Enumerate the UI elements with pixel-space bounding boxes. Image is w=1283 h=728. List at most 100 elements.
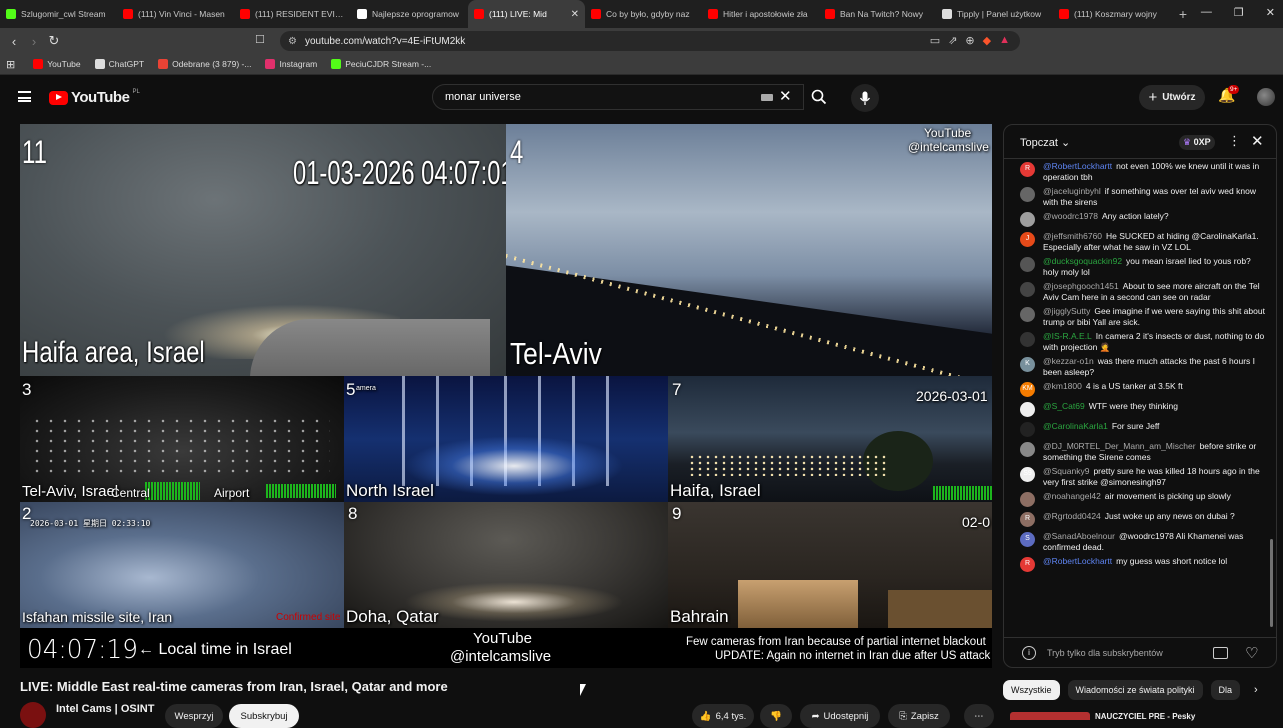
apps-grid-icon[interactable]: ⊞ (6, 58, 15, 71)
chat-avatar[interactable]: R (1020, 512, 1035, 527)
chat-avatar[interactable]: R (1020, 162, 1035, 177)
url-field[interactable]: ⚙ youtube.com/watch?v=4E-iFtUM2kk ▭ ⇗ ⊕ … (280, 31, 1020, 51)
chat-author[interactable]: @kezzar-o1n (1043, 356, 1094, 366)
chat-message[interactable]: R @RobertLockhartt my guess was short noti… (1004, 554, 1270, 574)
reload-icon[interactable]: ↻ (44, 33, 64, 49)
channel-name[interactable]: Intel Cams | OSINT (56, 703, 154, 715)
chat-author[interactable]: @jigglySutty (1043, 306, 1090, 316)
site-info-icon[interactable]: ⚙ (288, 36, 297, 47)
share-icon[interactable]: ⇗ (948, 34, 957, 47)
chat-author[interactable]: @DJ_M0RTEL_Der_Mann_am_Mischer (1043, 441, 1196, 451)
chat-author[interactable]: @IS-R.A.E.L (1043, 331, 1092, 341)
chat-message[interactable]: @jigglySutty Gee imagine if we were sayin… (1004, 304, 1270, 329)
chat-avatar[interactable] (1020, 402, 1035, 417)
chat-author[interactable]: @Squanky9 (1043, 466, 1089, 476)
rewards-icon[interactable]: ▲ (999, 34, 1010, 47)
guide-menu-icon[interactable] (18, 91, 31, 102)
chevron-right-icon[interactable]: › (1254, 684, 1258, 696)
chat-scrollbar[interactable] (1270, 539, 1273, 627)
chat-avatar[interactable] (1020, 442, 1035, 457)
chat-message[interactable]: J @jeffsmith6760 He SUCKED at hiding @Caro… (1004, 229, 1270, 254)
chat-message[interactable]: @DJ_M0RTEL_Der_Mann_am_Mischer before str… (1004, 439, 1270, 464)
chat-author[interactable]: @ducksgoquackin92 (1043, 256, 1122, 266)
save-button[interactable]: ⎘ Zapisz (888, 704, 950, 728)
chat-avatar[interactable] (1020, 212, 1035, 227)
forward-icon[interactable]: › (24, 34, 44, 49)
chat-author[interactable]: @woodrc1978 (1043, 211, 1098, 221)
chat-message[interactable]: K @kezzar-o1n was there much attacks the p… (1004, 354, 1270, 379)
voice-search-button[interactable] (851, 84, 879, 112)
bookmark-item[interactable]: YouTube (33, 59, 81, 69)
browser-tab[interactable]: (111) RESIDENT EVIL 9 (234, 0, 351, 28)
chat-author[interactable]: @SanadAboelnour (1043, 531, 1115, 541)
chat-message[interactable]: S @SanadAboelnour @woodrc1978 Ali Khamenei… (1004, 529, 1270, 554)
chat-author[interactable]: @josephgooch1451 (1043, 281, 1119, 291)
browser-tab[interactable]: Szlugomir_cwl Stream (0, 0, 117, 28)
bookmark-item[interactable]: Odebrane (3 879) -... (158, 59, 251, 69)
brave-shield-icon[interactable]: ◆ (983, 34, 991, 47)
chat-avatar[interactable]: KM (1020, 382, 1035, 397)
new-tab-icon[interactable]: + (1170, 6, 1196, 22)
browser-tab[interactable]: Hitler i apostołowie zła (702, 0, 819, 28)
chat-message-list[interactable]: R @RobertLockhartt not even 100% we knew u… (1004, 159, 1270, 637)
chat-message[interactable]: @S_Cat69 WTF were they thinking (1004, 399, 1270, 419)
support-button[interactable]: Wesprzyj (165, 704, 223, 728)
chat-author[interactable]: @noahangel42 (1043, 491, 1101, 501)
close-tab-icon[interactable]: ✕ (571, 9, 579, 20)
filter-chip[interactable]: Wszystkie (1003, 680, 1060, 700)
keyboard-icon[interactable] (761, 94, 773, 101)
chat-mode-dropdown[interactable]: Topczat ⌄ (1020, 136, 1070, 149)
chat-author[interactable]: @jaceluginbyhl (1043, 186, 1101, 196)
create-button[interactable]: + Utwórz (1139, 85, 1205, 110)
next-video-thumbnail[interactable] (1010, 712, 1090, 720)
filter-chip[interactable]: Wiadomości ze świata polityki (1067, 680, 1203, 700)
subscribe-button[interactable]: Subskrybuj (229, 704, 299, 728)
chat-message[interactable]: R @RobertLockhartt not even 100% we knew u… (1004, 159, 1270, 184)
bookmark-item[interactable]: PeciuCJDR Stream -... (331, 59, 431, 69)
chat-avatar[interactable] (1020, 332, 1035, 347)
clear-search-icon[interactable]: ✕ (779, 87, 792, 105)
cast-icon[interactable]: ▭ (930, 34, 940, 47)
chat-avatar[interactable]: S (1020, 532, 1035, 547)
chat-message[interactable]: @CarolinaKarla1 For sure Jeff (1004, 419, 1270, 439)
points-badge[interactable]: ♛ 0XP (1179, 135, 1215, 150)
search-input[interactable]: monar universe (432, 84, 804, 110)
heart-icon[interactable]: ♡ (1245, 644, 1258, 662)
dislike-button[interactable]: 👎 (760, 704, 792, 728)
back-icon[interactable]: ‹ (4, 34, 24, 49)
chat-author[interactable]: @RobertLockhartt (1043, 161, 1112, 171)
chat-avatar[interactable]: R (1020, 557, 1035, 572)
chat-author[interactable]: @CarolinaKarla1 (1043, 421, 1108, 431)
chat-message[interactable]: @woodrc1978 Any action lately? (1004, 209, 1270, 229)
close-chat-icon[interactable]: ✕ (1251, 132, 1264, 150)
more-actions-button[interactable]: ⋯ (964, 704, 994, 728)
chat-author[interactable]: @S_Cat69 (1043, 401, 1085, 411)
chat-avatar[interactable]: K (1020, 357, 1035, 372)
chat-author[interactable]: @RobertLockhartt (1043, 556, 1112, 566)
chat-message[interactable]: @ducksgoquackin92 you mean israel lied to… (1004, 254, 1270, 279)
chat-avatar[interactable] (1020, 187, 1035, 202)
channel-avatar[interactable] (20, 702, 46, 728)
chat-message[interactable]: KM @km1800 4 is a US tanker at 3.5K ft (1004, 379, 1270, 399)
chat-avatar[interactable] (1020, 307, 1035, 322)
close-window-icon[interactable]: ✕ (1266, 6, 1275, 19)
chat-avatar[interactable] (1020, 492, 1035, 507)
maximize-icon[interactable]: ❐ (1234, 6, 1244, 19)
chat-avatar[interactable] (1020, 257, 1035, 272)
browser-tab[interactable]: Ban Na Twitch? Nowy (819, 0, 936, 28)
chat-avatar[interactable] (1020, 422, 1035, 437)
chat-menu-icon[interactable]: ⋮ (1228, 133, 1241, 149)
browser-tab[interactable]: (111) Vin Vinci - Masen (117, 0, 234, 28)
chat-message[interactable]: R @Rgrtodd0424 Just woke up any news on du… (1004, 509, 1270, 529)
bookmark-star-icon[interactable]: ☐ (255, 33, 265, 46)
chat-avatar[interactable] (1020, 282, 1035, 297)
bookmark-item[interactable]: ChatGPT (94, 59, 144, 69)
browser-tab[interactable]: Tipply | Panel użytkow (936, 0, 1053, 28)
info-icon[interactable]: i (1022, 646, 1036, 660)
chat-avatar[interactable]: S9 (1020, 467, 1035, 482)
account-avatar[interactable] (1257, 88, 1275, 106)
bookmark-item[interactable]: Instagram (265, 59, 317, 69)
like-button[interactable]: 👍 6,4 tys. (692, 704, 754, 728)
chat-message[interactable]: @josephgooch1451 About to see more aircra… (1004, 279, 1270, 304)
browser-tab[interactable]: Co by było, gdyby naz (585, 0, 702, 28)
